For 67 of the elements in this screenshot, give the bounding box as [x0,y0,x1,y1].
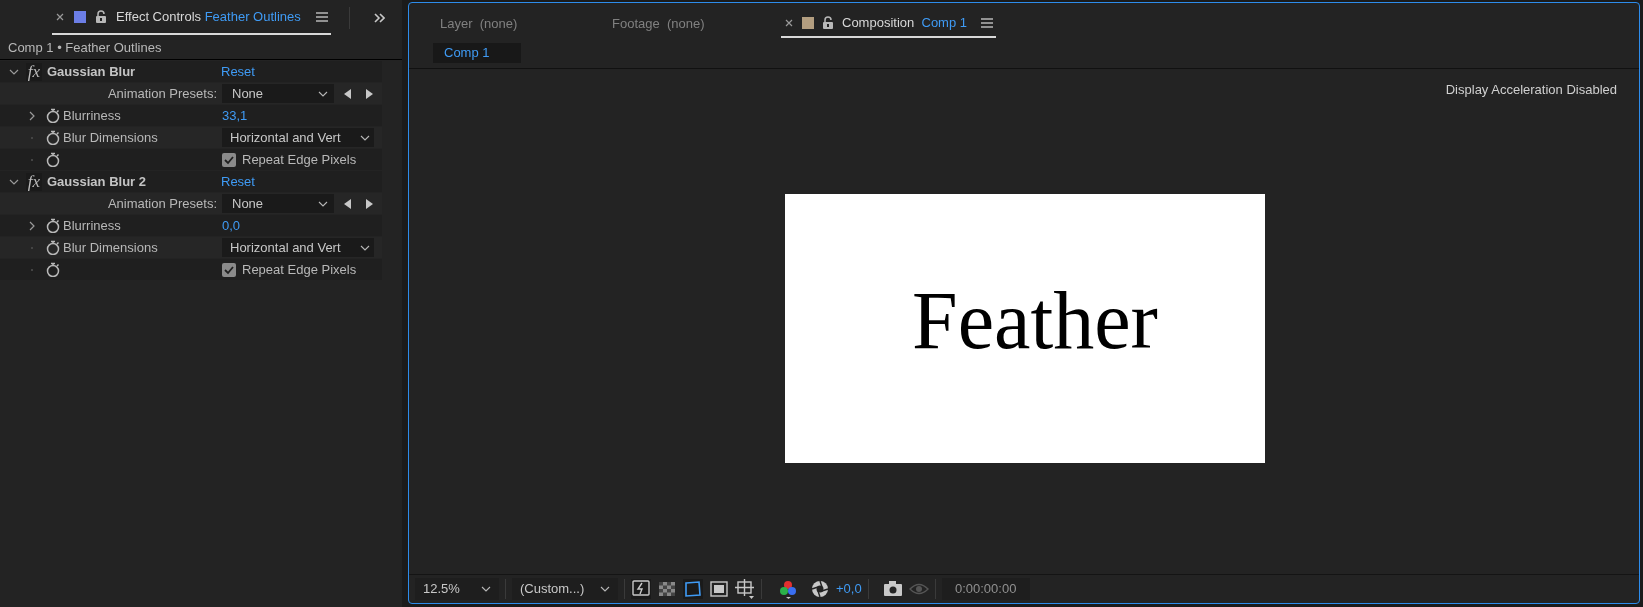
comp-tab[interactable]: Comp 1 [433,43,521,63]
property-label: Blur Dimensions [63,128,158,147]
tab-label: Footage (none) [612,15,705,34]
dimension-dropdown[interactable]: Horizontal and Vert [222,128,374,147]
panel-tab[interactable]: Effect Controls Feather Outlines [52,1,331,35]
chevron-icon [600,584,610,594]
zoom-dropdown[interactable]: 12.5% [415,578,499,600]
checkbox-label: Repeat Edge Pixels [242,150,357,169]
tab-label: Effect Controls Feather Outlines [116,8,301,27]
label-swatch-icon [802,17,814,29]
grid-icon[interactable] [735,579,755,599]
stopwatch-icon[interactable] [46,262,60,277]
preset-dropdown[interactable]: None [222,194,334,213]
menu-icon[interactable] [315,11,328,23]
viewer-tab[interactable]: Footage (none) [609,10,781,38]
reset-link[interactable]: Reset [221,61,255,82]
canvas-text: Feather [912,279,1158,362]
viewer-tab[interactable]: Layer (none) [437,10,609,38]
stopwatch-icon[interactable] [46,130,60,145]
stopwatch-icon[interactable] [46,108,60,123]
reset-link[interactable]: Reset [221,171,255,192]
value-field[interactable]: 33,1 [222,105,248,126]
close-icon[interactable] [784,18,794,28]
previous-icon[interactable] [343,197,352,210]
stopwatch-icon[interactable] [46,152,60,167]
fx-icon: fx [26,62,42,81]
timecode-field[interactable]: 0:00:00:00 [941,578,1030,600]
tab-label: Layer (none) [440,15,518,34]
menu-icon[interactable] [981,17,994,29]
dimension-dropdown[interactable]: Horizontal and Vert [222,238,374,257]
lock-icon[interactable] [95,10,107,24]
property-label: Animation Presets: [107,84,217,103]
effect-name: Gaussian Blur 2 [47,172,147,191]
close-icon[interactable] [55,12,65,22]
checkbox[interactable] [222,262,236,277]
property-label: Blurriness [63,216,121,235]
property-label: Animation Presets: [107,194,217,213]
breadcrumb: Comp 1 • Feather Outlines [0,36,402,60]
transparency-grid-icon[interactable] [657,579,677,599]
mask-path-icon[interactable] [683,579,703,599]
previous-icon[interactable] [343,87,352,100]
tab-label: Composition Comp 1 [842,14,968,33]
overflow-icon[interactable] [373,12,385,24]
camera-icon[interactable] [882,579,903,599]
fast-preview-icon[interactable] [631,579,651,599]
aperture-icon[interactable] [810,579,830,599]
lock-icon[interactable] [822,16,834,30]
status-message: Display Acceleration Disabled [1445,81,1617,99]
checkbox-label: Repeat Edge Pixels [242,260,357,279]
property-label: Blur Dimensions [63,238,158,257]
resolution-dropdown[interactable]: (Custom...) [512,578,618,600]
viewer-tab[interactable]: Composition Comp 1 [781,10,997,38]
exposure-value[interactable]: +0,0 [836,579,862,599]
color-channels-icon[interactable] [778,579,798,599]
stopwatch-icon[interactable] [46,218,60,233]
fx-icon: fx [26,172,42,191]
preset-dropdown[interactable]: None [222,84,334,103]
next-icon[interactable] [365,197,374,210]
chevron-icon [481,584,491,594]
value-field[interactable]: 0,0 [222,215,241,236]
stopwatch-icon[interactable] [46,240,60,255]
property-label: Blurriness [63,106,121,125]
label-swatch-icon [74,11,86,23]
next-icon[interactable] [365,87,374,100]
effect-name: Gaussian Blur [47,62,137,81]
safe-margins-icon[interactable] [709,579,729,599]
checkbox[interactable] [222,152,236,167]
